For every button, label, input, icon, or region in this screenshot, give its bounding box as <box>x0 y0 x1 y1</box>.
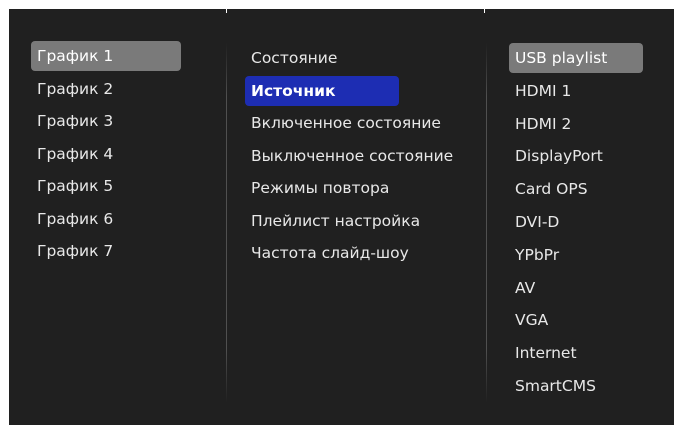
schedule-item-4[interactable]: График 4 <box>31 139 181 169</box>
top-tick-right <box>484 9 485 13</box>
top-tick-left <box>226 9 227 13</box>
settings-item-3[interactable]: Включенное состояние <box>245 108 441 138</box>
source-item-4[interactable]: DisplayPort <box>509 141 643 171</box>
settings-item-6[interactable]: Плейлист настройка <box>245 206 420 236</box>
source-item-5[interactable]: Card OPS <box>509 174 643 204</box>
settings-item-1[interactable]: Состояние <box>245 43 399 73</box>
source-item-6[interactable]: DVI-D <box>509 207 643 237</box>
source-item-7[interactable]: YPbPr <box>509 240 643 270</box>
settings-item-7[interactable]: Частота слайд-шоу <box>245 238 409 268</box>
column-divider-left <box>226 43 227 403</box>
schedule-item-7[interactable]: График 7 <box>31 236 181 266</box>
settings-item-5[interactable]: Режимы повтора <box>245 173 399 203</box>
source-item-3[interactable]: HDMI 2 <box>509 109 643 139</box>
source-item-11[interactable]: SmartCMS <box>509 371 643 401</box>
source-item-1[interactable]: USB playlist <box>509 43 643 73</box>
schedule-item-6[interactable]: График 6 <box>31 204 181 234</box>
schedule-item-5[interactable]: График 5 <box>31 171 181 201</box>
source-item-2[interactable]: HDMI 1 <box>509 76 643 106</box>
schedule-item-2[interactable]: График 2 <box>31 74 181 104</box>
source-item-10[interactable]: Internet <box>509 338 643 368</box>
source-item-8[interactable]: AV <box>509 273 643 303</box>
schedule-item-1[interactable]: График 1 <box>31 41 181 71</box>
settings-item-4[interactable]: Выключенное состояние <box>245 141 453 171</box>
settings-item-2[interactable]: Источник <box>245 75 399 106</box>
source-item-9[interactable]: VGA <box>509 305 643 335</box>
osd-menu-screen: График 1 График 2 График 3 График 4 График 5… <box>9 9 674 425</box>
schedule-item-3[interactable]: График 3 <box>31 106 181 136</box>
column-divider-right <box>486 43 487 403</box>
